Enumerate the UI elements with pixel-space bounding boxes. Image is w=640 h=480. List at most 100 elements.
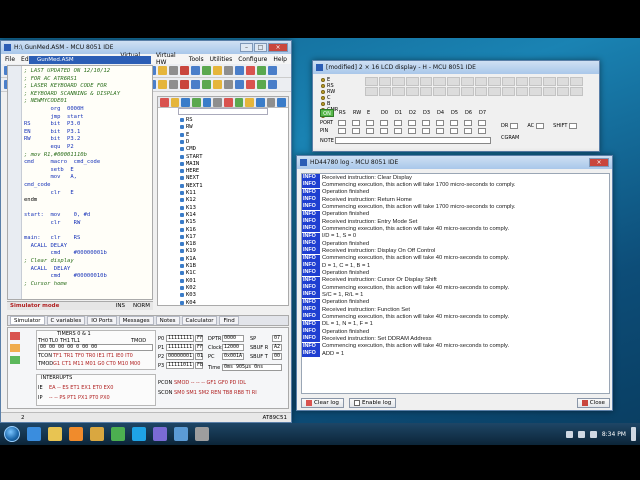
- ie-icon[interactable]: [27, 427, 41, 441]
- symbol-toolbar-icon-6[interactable]: [213, 98, 223, 107]
- port-select[interactable]: [464, 120, 472, 126]
- symbol-item[interactable]: K15: [180, 219, 196, 225]
- p2-value[interactable]: 00000001: [166, 353, 194, 360]
- pin-select[interactable]: [338, 128, 346, 134]
- log-close-icon[interactable]: ×: [589, 158, 609, 167]
- maximize-button[interactable]: □: [254, 43, 267, 52]
- enable-log-button[interactable]: Enable log: [348, 398, 397, 408]
- symbol-item[interactable]: RW: [180, 124, 193, 130]
- scon-bits[interactable]: SM0 SM1 SM2 REN TB8 RB8 TI RI: [174, 390, 257, 396]
- toolbar-1-icon-22[interactable]: [235, 66, 244, 75]
- lcd-side-value[interactable]: [569, 123, 578, 129]
- p0-value[interactable]: 11111111: [166, 335, 194, 342]
- symbol-toolbar-icon-9[interactable]: [245, 98, 255, 107]
- pin-select[interactable]: [380, 128, 388, 134]
- symbol-toolbar-icon-3[interactable]: [181, 98, 191, 107]
- tab-simulator[interactable]: Simulator: [10, 316, 45, 325]
- code-editor[interactable]: ; LAST UPDATED ON 12/10/12; FOR AC ATR6R…: [7, 65, 153, 300]
- tab-messages[interactable]: Messages: [118, 316, 154, 325]
- p1-hex[interactable]: FF: [195, 344, 203, 351]
- toolbar-1-icon-21[interactable]: [224, 66, 233, 75]
- pin-select[interactable]: [394, 128, 402, 134]
- symbol-item[interactable]: K18: [180, 241, 196, 247]
- menu-item-utilities[interactable]: Utilities: [210, 56, 233, 63]
- symbol-item[interactable]: K1B: [180, 263, 196, 269]
- toolbar-2-icon-22[interactable]: [235, 80, 244, 89]
- lcd-on-button[interactable]: ON: [320, 109, 334, 117]
- menu-item-file[interactable]: File: [5, 56, 15, 63]
- tray-network-icon[interactable]: [577, 430, 585, 438]
- sp-value[interactable]: 07: [272, 335, 282, 342]
- pcon-bits[interactable]: SMOD -- -- -- GF1 GF0 PD IDL: [174, 380, 246, 386]
- toolbar-2-icon-19[interactable]: [202, 80, 211, 89]
- symbol-toolbar-icon-5[interactable]: [202, 98, 212, 107]
- symbol-item[interactable]: K17: [180, 234, 196, 240]
- toolbar-2-icon-23[interactable]: [246, 80, 255, 89]
- toolbar-1-icon-19[interactable]: [202, 66, 211, 75]
- symbol-item[interactable]: HERE: [180, 168, 199, 174]
- symbol-toolbar-icon-2[interactable]: [170, 98, 180, 107]
- pin-select[interactable]: [436, 128, 444, 134]
- menu-item-tools[interactable]: Tools: [189, 56, 204, 63]
- tab-c-variables[interactable]: C variables: [46, 316, 86, 325]
- toolbar-2-icon-20[interactable]: [213, 80, 222, 89]
- symbol-toolbar-icon-12[interactable]: [277, 98, 287, 107]
- symbol-item[interactable]: K04: [180, 300, 196, 305]
- symbol-item[interactable]: K01: [180, 278, 196, 284]
- port-select[interactable]: [394, 120, 402, 126]
- start-button[interactable]: [4, 426, 20, 442]
- toolbar-1-icon-23[interactable]: [246, 66, 255, 75]
- toolbar-2-icon-17[interactable]: [180, 80, 189, 89]
- pin-select[interactable]: [464, 128, 472, 134]
- clock-time[interactable]: 8:34 PM: [602, 431, 626, 438]
- symbol-search-input[interactable]: [178, 108, 268, 115]
- tab-notes[interactable]: Notes: [155, 316, 180, 325]
- symbol-item[interactable]: K1A: [180, 256, 196, 262]
- symbol-item[interactable]: K11: [180, 190, 196, 196]
- symbol-item[interactable]: CMD: [180, 146, 196, 152]
- port-select[interactable]: [422, 120, 430, 126]
- menu-item-configure[interactable]: Configure: [238, 56, 267, 63]
- tcon-bits[interactable]: TF1 TR1 TF0 TR0 IE1 IT1 IE0 IT0: [53, 353, 133, 359]
- mcu-ide-icon[interactable]: [153, 427, 167, 441]
- sbuf-t-value[interactable]: 00: [272, 353, 282, 360]
- pin-select[interactable]: [352, 128, 360, 134]
- ie-bits[interactable]: EA -- ES ET1 EX1 ET0 EX0: [49, 385, 113, 391]
- symbol-toolbar-icon-11[interactable]: [266, 98, 276, 107]
- port-select[interactable]: [478, 120, 486, 126]
- port-select[interactable]: [450, 120, 458, 126]
- symbol-item[interactable]: D: [180, 139, 189, 145]
- symbol-item[interactable]: K13: [180, 205, 196, 211]
- pin-select[interactable]: [422, 128, 430, 134]
- symbol-item[interactable]: K12: [180, 197, 196, 203]
- media-player-icon[interactable]: [69, 427, 83, 441]
- symbol-toolbar-icon-7[interactable]: [224, 98, 233, 107]
- menu-item-virtual-hw[interactable]: Virtual HW: [156, 52, 183, 66]
- toolbar-1-icon-24[interactable]: [257, 66, 266, 75]
- tab-io-ports[interactable]: IO Ports: [87, 316, 117, 325]
- port-select[interactable]: [338, 120, 346, 126]
- toolbar-2-icon-24[interactable]: [257, 80, 266, 89]
- step-button[interactable]: [10, 332, 20, 340]
- toolbar-2-icon-21[interactable]: [224, 80, 233, 89]
- toolbar-2-icon-15[interactable]: [158, 80, 167, 89]
- toolbar-1-icon-16[interactable]: [169, 66, 178, 75]
- symbol-item[interactable]: NEXT: [180, 175, 199, 181]
- app-icon-9[interactable]: [195, 427, 209, 441]
- p3-hex[interactable]: FB: [195, 362, 203, 369]
- dptr-value[interactable]: 0000: [222, 335, 244, 342]
- toolbar-2-icon-16[interactable]: [169, 80, 178, 89]
- toolbar-1-icon-15[interactable]: [158, 66, 167, 75]
- clear-log-button[interactable]: Clear log: [301, 398, 344, 408]
- symbol-item[interactable]: E: [180, 132, 189, 138]
- toolbar-1-icon-17[interactable]: [180, 66, 189, 75]
- pin-select[interactable]: [408, 128, 416, 134]
- symbol-item[interactable]: K19: [180, 248, 196, 254]
- symbol-item[interactable]: K03: [180, 292, 196, 298]
- timer-values[interactable]: 00 00 00 00 0 00 00: [38, 344, 153, 351]
- symbol-toolbar-icon-10[interactable]: [256, 98, 265, 107]
- run-button[interactable]: [10, 344, 20, 352]
- p3-value[interactable]: 11111011: [166, 362, 194, 369]
- symbol-item[interactable]: START: [180, 154, 203, 160]
- tab-find[interactable]: Find: [219, 316, 239, 325]
